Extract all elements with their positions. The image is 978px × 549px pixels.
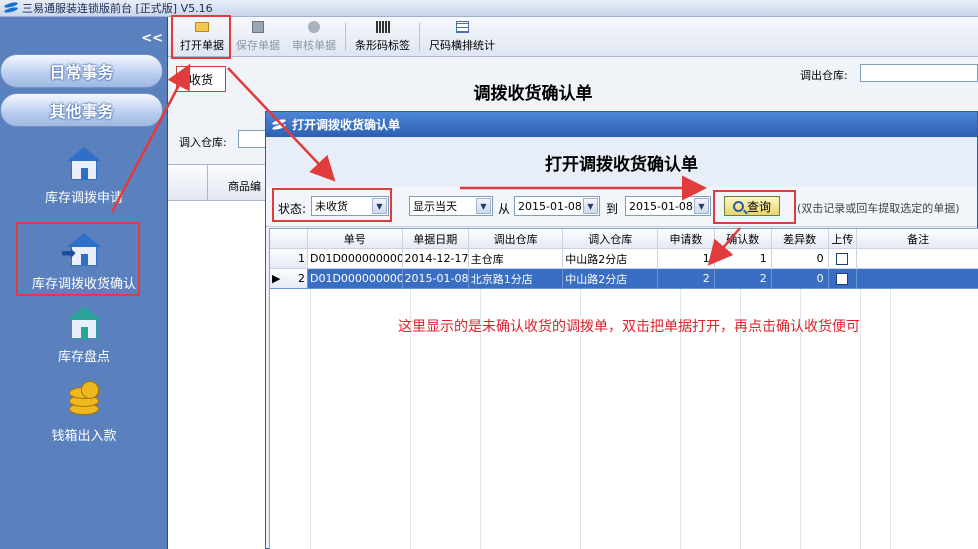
upload-checkbox[interactable] [836,272,849,285]
dialog-title: 打开调拨收货确认单 [292,118,401,132]
chevron-down-icon: ▼ [476,198,491,214]
barcode-label-button[interactable]: 条形码标签 [349,18,416,56]
cell-out-warehouse: 北京路1分店 [468,269,564,289]
window-title: 三易通服装连锁版前台 [正式版] V5.16 [22,2,213,15]
table-row[interactable]: 1 D01D00000000002 2014-12-17 主仓库 中山路2分店 … [270,249,978,269]
cell-in-warehouse: 中山路2分店 [563,249,658,269]
house-receive-icon: ➡ [61,227,107,269]
to-date-picker[interactable]: 2015-01-08 ▼ [625,196,711,216]
sidebar-item-stocktake[interactable]: 库存盘点 [0,300,168,365]
sidebar-category-other[interactable]: 其他事务 [0,93,163,127]
toolbar-separator [419,23,420,51]
cell-doc-no: D01D00000000003 [307,269,403,289]
cell-upload [828,249,858,269]
cell-in-warehouse: 中山路2分店 [563,269,658,289]
dialog-heading: 打开调拨收货确认单 [266,137,977,187]
cell-confirmed: 1 [714,249,772,269]
cell-difference: 0 [771,249,829,269]
cell-requested: 2 [657,269,715,289]
column-header[interactable]: 申请数 [658,229,715,249]
open-document-button[interactable]: 打开单据 [174,18,230,56]
app-logo-icon [4,2,18,14]
sidebar-item-label: 库存调拨收货确认 [31,277,136,292]
sidebar-collapse-button[interactable]: << [141,31,163,46]
in-warehouse-label: 调入仓库: [179,136,227,149]
chevron-down-icon: ▼ [372,198,387,214]
column-header[interactable]: 备注 [857,229,978,249]
toolbar: 打开单据 保存单据 审核单据 条形码标签 尺码横排统计 [168,17,978,57]
sidebar-item-cashbox[interactable]: 钱箱出入款 [0,379,168,444]
barcode-icon [375,19,391,35]
review-document-button[interactable]: 审核单据 [286,18,342,56]
save-document-button[interactable]: 保存单据 [230,18,286,56]
sidebar-item-label: 库存盘点 [57,350,110,365]
chevron-down-icon: ▼ [583,198,598,214]
status-select[interactable]: 未收货 ▼ [311,196,389,216]
sidebar: << 日常事务 其他事务 库存调拨申请 ➡ 库存调拨收货确认 库存盘点 钱箱出入… [0,17,168,549]
cell-doc-no: D01D00000000002 [307,249,403,269]
cell-note [857,269,978,289]
table-row-selected[interactable]: ▶ 2 D01D00000000003 2015-01-08 北京路1分店 中山… [270,269,978,289]
cell-out-warehouse: 主仓库 [468,249,564,269]
to-label: 到 [606,202,619,216]
app-logo-icon [272,119,286,131]
grid-table-icon [454,19,470,35]
row-index: 1 [270,249,308,269]
chevron-down-icon: ▼ [694,198,709,214]
app-window: 三易通服装连锁版前台 [正式版] V5.16 << 日常事务 其他事务 库存调拨… [0,0,978,549]
sidebar-item-label: 库存调拨申请 [44,191,123,206]
period-select[interactable]: 显示当天 ▼ [409,196,493,216]
upload-checkbox[interactable] [836,252,849,265]
column-header[interactable]: 调出仓库 [468,229,564,249]
grid-header: 单号 单据日期 调出仓库 调入仓库 申请数 确认数 差异数 上传 备注 [270,229,978,249]
from-date-picker[interactable]: 2015-01-08 ▼ [514,196,600,216]
cell-upload [828,269,858,289]
search-icon [732,200,744,212]
form-title: 调拨收货确认单 [473,84,593,104]
column-header[interactable]: 单据日期 [402,229,469,249]
cell-doc-date: 2014-12-17 [402,249,469,269]
cell-note [857,249,978,269]
cell-doc-date: 2015-01-08 [402,269,469,289]
floppy-icon [250,19,266,35]
status-label: 状态: [278,202,307,216]
coins-icon [61,379,107,421]
house-transfer-icon [61,141,107,183]
cell-confirmed: 2 [714,269,772,289]
folder-open-icon [194,19,210,35]
sidebar-item-transfer-request[interactable]: 库存调拨申请 [0,141,168,206]
sidebar-category-daily[interactable]: 日常事务 [0,54,163,88]
column-header[interactable]: 单号 [308,229,403,249]
cell-requested: 1 [657,249,715,269]
annotation-text: 这里显示的是未确认收货的调拨单，双击把单据打开，再点击确认收货便可 [398,319,860,335]
title-bar: 三易通服装连锁版前台 [正式版] V5.16 [0,0,978,17]
column-header[interactable]: 调入仓库 [563,229,659,249]
cell-difference: 0 [771,269,829,289]
out-warehouse-input[interactable] [860,64,978,82]
warehouse-icon [61,300,107,342]
dialog-title-bar: 打开调拨收货确认单 [266,112,977,137]
size-stats-button[interactable]: 尺码横排统计 [423,18,501,56]
column-header[interactable]: 确认数 [714,229,772,249]
column-header[interactable]: 上传 [828,229,858,249]
row-pointer-icon: ▶ [272,272,281,285]
hint-text: (双击记录或回车提取选定的单据) [797,202,960,215]
sidebar-item-transfer-receive-confirm[interactable]: ➡ 库存调拨收货确认 [0,227,168,292]
column-header[interactable]: 差异数 [771,229,829,249]
column-header-goods: 商品编 [228,180,261,193]
row-indicator-header [270,229,308,249]
query-button[interactable]: 查询 [724,196,780,216]
toolbar-separator [345,23,346,51]
check-circle-icon [306,19,322,35]
out-warehouse-label: 调出仓库: [800,69,848,82]
from-label: 从 [498,202,511,216]
in-warehouse-input[interactable] [238,130,268,148]
document-grid: 单号 单据日期 调出仓库 调入仓库 申请数 确认数 差异数 上传 备注 1 D0… [269,228,978,549]
row-index: ▶ 2 [270,269,308,289]
sidebar-item-label: 钱箱出入款 [51,429,117,444]
